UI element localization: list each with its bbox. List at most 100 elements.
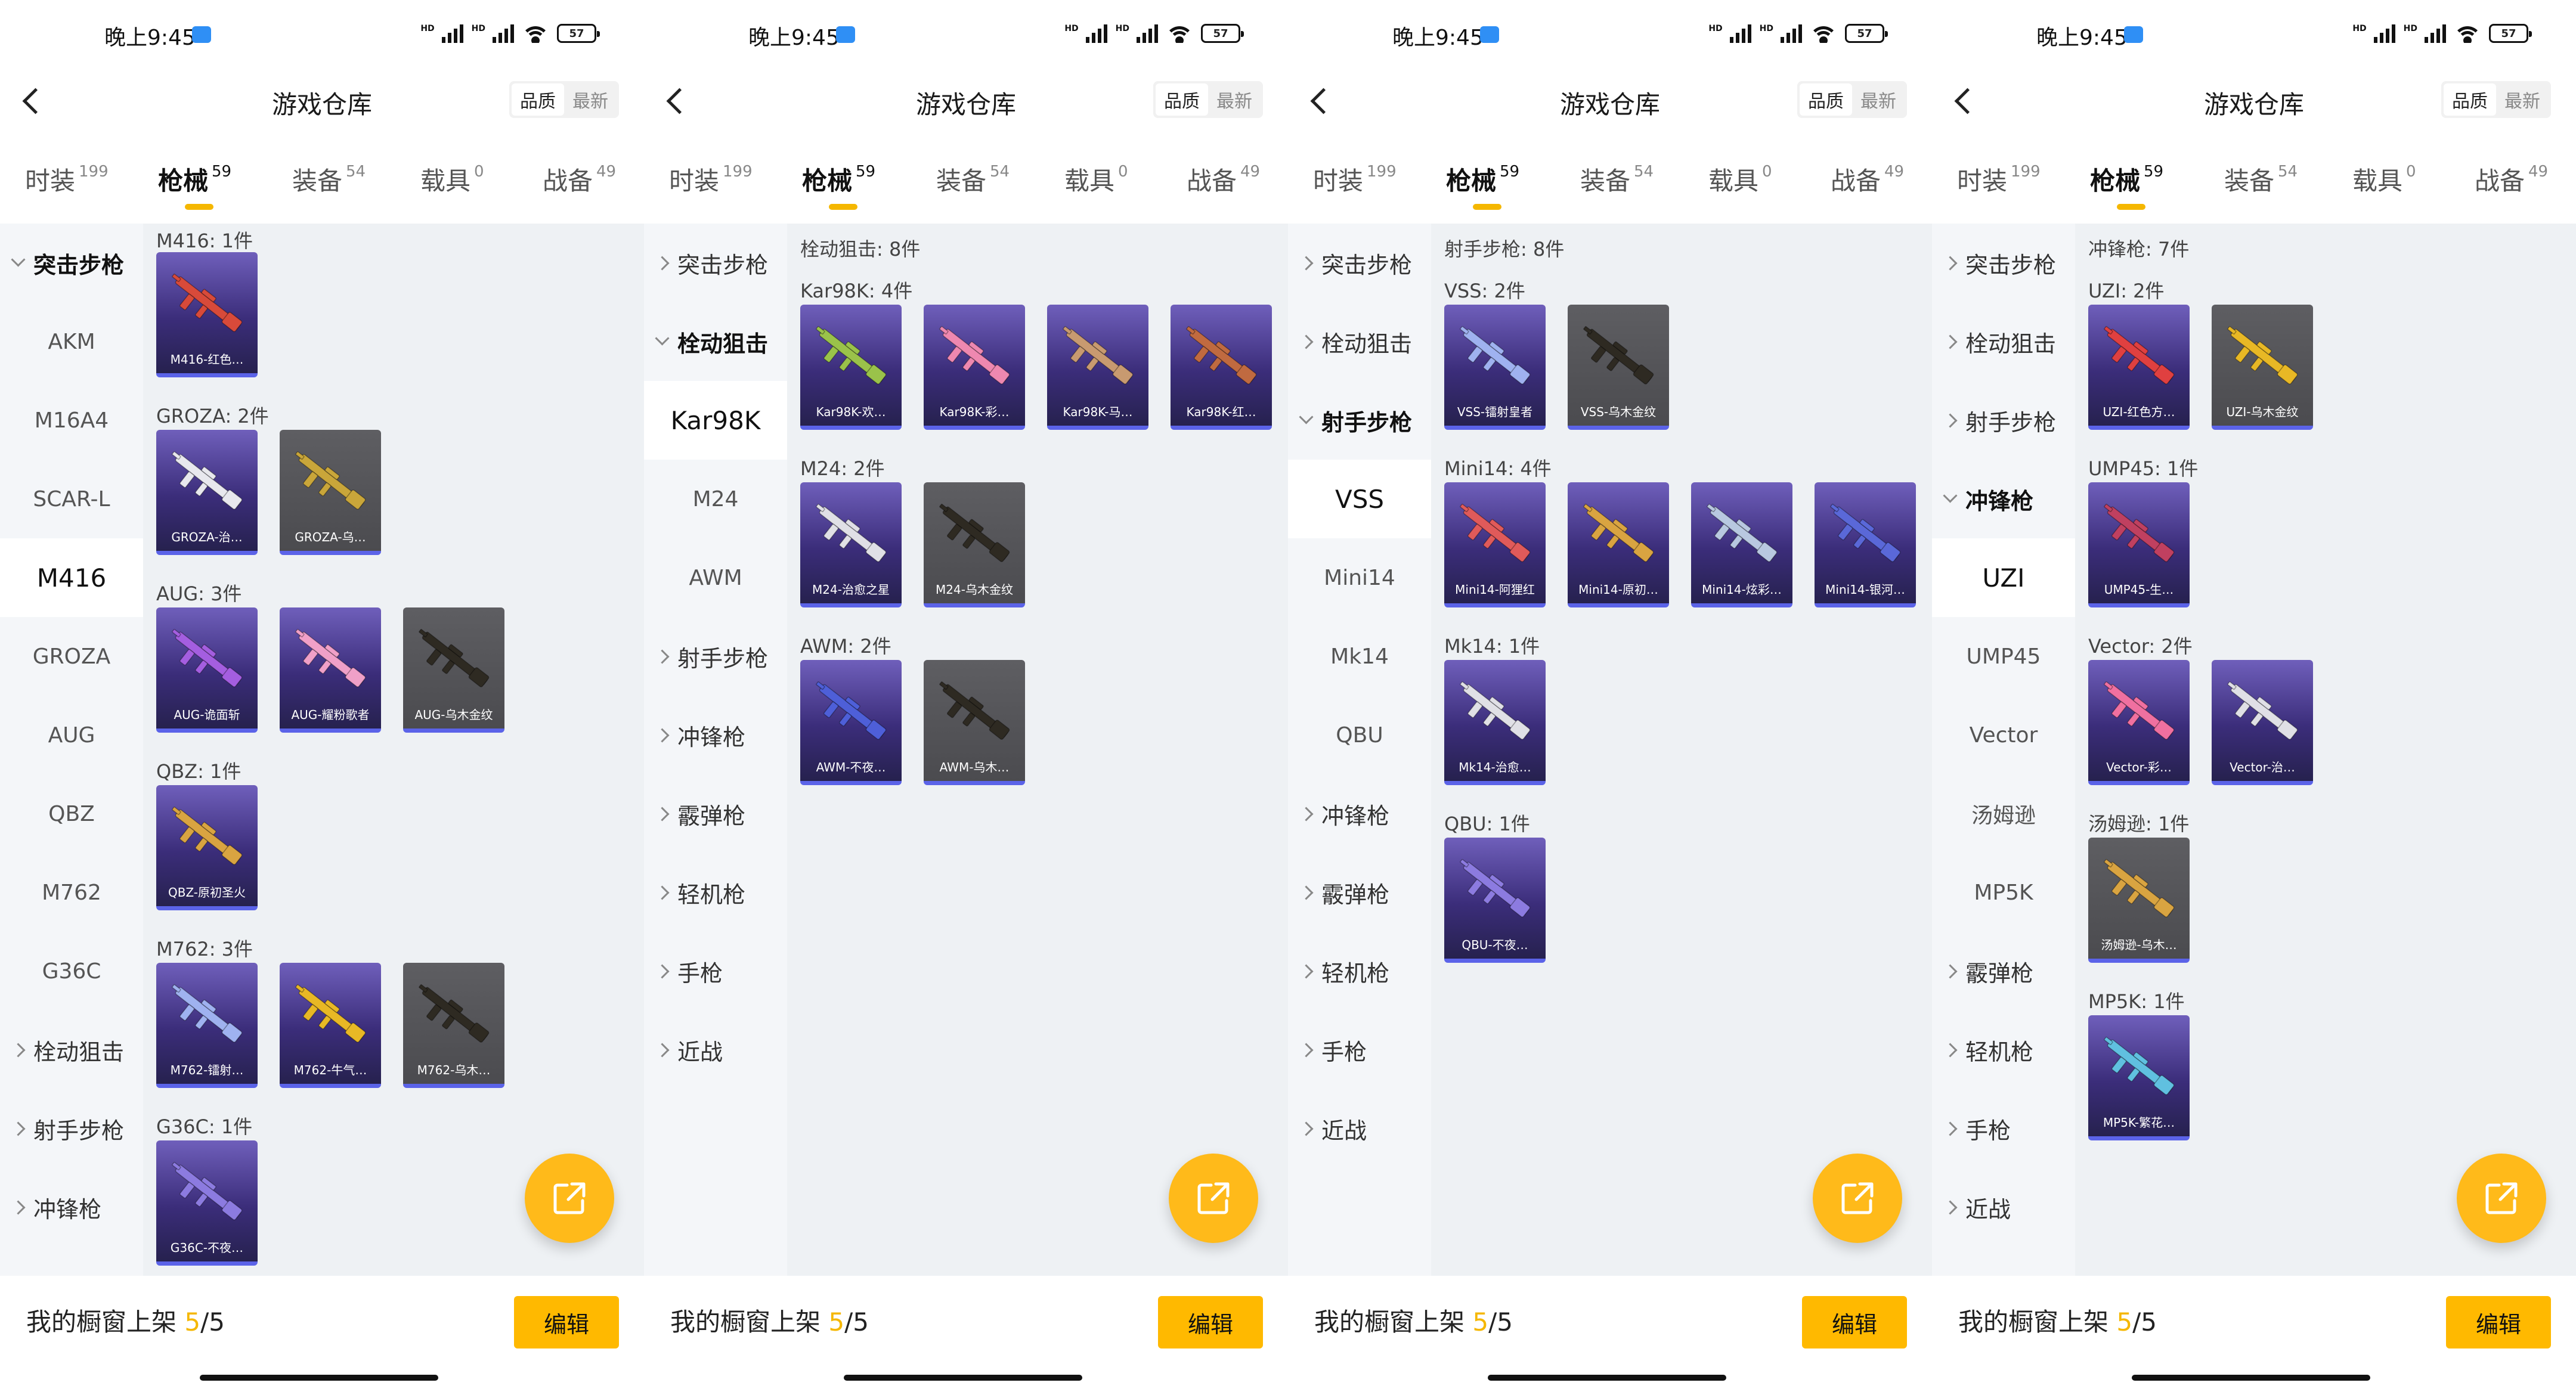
- sidebar-weapon-item[interactable]: MP5K: [1932, 853, 2075, 932]
- weapon-skin-card[interactable]: QBZ-原初圣火: [156, 785, 258, 910]
- sidebar-category[interactable]: 轻机枪: [644, 853, 787, 932]
- weapon-skin-card[interactable]: UMP45-生…: [2088, 482, 2190, 607]
- tab-0[interactable]: 时装 199: [25, 161, 109, 197]
- weapon-skin-card[interactable]: MP5K-繁花…: [2088, 1015, 2190, 1140]
- weapon-skin-card[interactable]: QBU-不夜…: [1444, 838, 1546, 963]
- edit-button[interactable]: 编辑: [2446, 1296, 2551, 1348]
- tab-2[interactable]: 装备 54: [936, 161, 1010, 197]
- sidebar-category[interactable]: 突击步枪: [1288, 224, 1431, 302]
- sidebar-category[interactable]: 手枪: [1932, 1089, 2075, 1168]
- tab-2[interactable]: 装备 54: [292, 161, 366, 197]
- sidebar-category[interactable]: 栓动狙击: [1932, 302, 2075, 381]
- sidebar-category[interactable]: 霰弹枪: [1932, 932, 2075, 1010]
- sidebar-category[interactable]: 霰弹枪: [1288, 853, 1431, 932]
- sidebar-category[interactable]: 射手步枪: [1932, 381, 2075, 460]
- sidebar-weapon-item[interactable]: AUG: [0, 696, 143, 774]
- tab-3[interactable]: 载具 0: [2352, 161, 2416, 197]
- tab-1[interactable]: 枪械 59: [1446, 161, 1519, 197]
- sidebar-weapon-item[interactable]: G36C: [0, 932, 143, 1010]
- weapon-skin-card[interactable]: Vector-治…: [2212, 660, 2313, 785]
- sidebar-category[interactable]: 栓动狙击: [1288, 302, 1431, 381]
- weapon-skin-card[interactable]: Vector-彩…: [2088, 660, 2190, 785]
- weapon-skin-card[interactable]: M24-治愈之星: [800, 482, 902, 607]
- sidebar-weapon-item[interactable]: M762: [0, 853, 143, 932]
- sidebar-weapon-item[interactable]: AWM: [644, 538, 787, 617]
- sidebar-weapon-item[interactable]: Vector: [1932, 696, 2075, 774]
- weapon-skin-card[interactable]: GROZA-乌…: [280, 430, 381, 555]
- weapon-skin-card[interactable]: M416-红色…: [156, 252, 258, 377]
- tab-3[interactable]: 载具 0: [1064, 161, 1128, 197]
- tab-2[interactable]: 装备 54: [1580, 161, 1654, 197]
- tab-3[interactable]: 载具 0: [1708, 161, 1772, 197]
- sidebar-category[interactable]: 冲锋枪: [0, 1168, 143, 1247]
- sort-quality-button[interactable]: 品质: [1156, 83, 1208, 116]
- weapon-skin-card[interactable]: M762-牛气…: [280, 963, 381, 1088]
- weapon-skin-card[interactable]: VSS-乌木金纹: [1568, 305, 1669, 430]
- edit-button[interactable]: 编辑: [514, 1296, 619, 1348]
- weapon-skin-card[interactable]: Kar98K-欢…: [800, 305, 902, 430]
- weapon-skin-card[interactable]: AWM-不夜…: [800, 660, 902, 785]
- tab-3[interactable]: 载具 0: [420, 161, 484, 197]
- weapon-skin-card[interactable]: VSS-镭射皇者: [1444, 305, 1546, 430]
- sidebar-category[interactable]: 冲锋枪: [1288, 774, 1431, 853]
- sort-latest-button[interactable]: 最新: [1852, 83, 1905, 116]
- tab-4[interactable]: 战备 49: [1831, 161, 1904, 197]
- weapon-skin-card[interactable]: AWM-乌木…: [924, 660, 1025, 785]
- sidebar-category[interactable]: 突击步枪: [0, 224, 143, 302]
- sidebar-weapon-item[interactable]: QBU: [1288, 696, 1431, 774]
- weapon-skin-card[interactable]: Kar98K-红…: [1171, 305, 1272, 430]
- weapon-skin-card[interactable]: G36C-不夜…: [156, 1140, 258, 1266]
- home-indicator[interactable]: [844, 1375, 1082, 1381]
- tab-4[interactable]: 战备 49: [1187, 161, 1260, 197]
- tab-4[interactable]: 战备 49: [2475, 161, 2548, 197]
- sidebar-weapon-item[interactable]: UMP45: [1932, 617, 2075, 696]
- tab-0[interactable]: 时装 199: [1957, 161, 2041, 197]
- weapon-skin-card[interactable]: Mini14-阿狸红: [1444, 482, 1546, 607]
- sidebar-weapon-item[interactable]: M416: [0, 538, 143, 617]
- share-button[interactable]: [2457, 1154, 2546, 1243]
- sidebar-category[interactable]: 冲锋枪: [644, 696, 787, 774]
- weapon-skin-card[interactable]: 汤姆逊-乌木…: [2088, 838, 2190, 963]
- weapon-skin-card[interactable]: AUG-耀粉歌者: [280, 607, 381, 733]
- sidebar-weapon-item[interactable]: GROZA: [0, 617, 143, 696]
- sidebar-category[interactable]: 射手步枪: [644, 617, 787, 696]
- tab-0[interactable]: 时装 199: [1313, 161, 1397, 197]
- sidebar-category[interactable]: 冲锋枪: [1932, 460, 2075, 538]
- sidebar-category[interactable]: 栓动狙击: [0, 1010, 143, 1089]
- home-indicator[interactable]: [200, 1375, 438, 1381]
- sort-quality-button[interactable]: 品质: [512, 83, 564, 116]
- sidebar-weapon-item[interactable]: SCAR-L: [0, 460, 143, 538]
- sidebar-category[interactable]: 突击步枪: [1932, 224, 2075, 302]
- sidebar-weapon-item[interactable]: M16A4: [0, 381, 143, 460]
- sidebar-category[interactable]: 轻机枪: [1288, 932, 1431, 1010]
- weapon-skin-card[interactable]: GROZA-治…: [156, 430, 258, 555]
- sidebar-weapon-item[interactable]: VSS: [1288, 460, 1431, 538]
- sidebar-category[interactable]: 突击步枪: [644, 224, 787, 302]
- sort-latest-button[interactable]: 最新: [564, 83, 617, 116]
- weapon-skin-card[interactable]: AUG-乌木金纹: [403, 607, 504, 733]
- weapon-skin-card[interactable]: Mini14-银河…: [1815, 482, 1916, 607]
- sidebar-category[interactable]: 手枪: [644, 932, 787, 1010]
- edit-button[interactable]: 编辑: [1158, 1296, 1263, 1348]
- sidebar-weapon-item[interactable]: Kar98K: [644, 381, 787, 460]
- share-button[interactable]: [1813, 1154, 1902, 1243]
- weapon-skin-card[interactable]: UZI-乌木金纹: [2212, 305, 2313, 430]
- weapon-skin-card[interactable]: M762-镭射…: [156, 963, 258, 1088]
- weapon-skin-card[interactable]: M24-乌木金纹: [924, 482, 1025, 607]
- sidebar-weapon-item[interactable]: QBZ: [0, 774, 143, 853]
- weapon-skin-card[interactable]: UZI-红色方…: [2088, 305, 2190, 430]
- sidebar-category[interactable]: 近战: [1288, 1089, 1431, 1168]
- sort-quality-button[interactable]: 品质: [2444, 83, 2496, 116]
- tab-1[interactable]: 枪械 59: [802, 161, 875, 197]
- share-button[interactable]: [525, 1154, 614, 1243]
- home-indicator[interactable]: [2132, 1375, 2370, 1381]
- sidebar-category[interactable]: 射手步枪: [1288, 381, 1431, 460]
- edit-button[interactable]: 编辑: [1802, 1296, 1907, 1348]
- tab-2[interactable]: 装备 54: [2224, 161, 2298, 197]
- weapon-skin-card[interactable]: Kar98K-马…: [1047, 305, 1148, 430]
- weapon-skin-card[interactable]: Kar98K-彩…: [924, 305, 1025, 430]
- sort-quality-button[interactable]: 品质: [1800, 83, 1852, 116]
- tab-4[interactable]: 战备 49: [543, 161, 616, 197]
- sidebar-weapon-item[interactable]: Mini14: [1288, 538, 1431, 617]
- sidebar-category[interactable]: 轻机枪: [1932, 1010, 2075, 1089]
